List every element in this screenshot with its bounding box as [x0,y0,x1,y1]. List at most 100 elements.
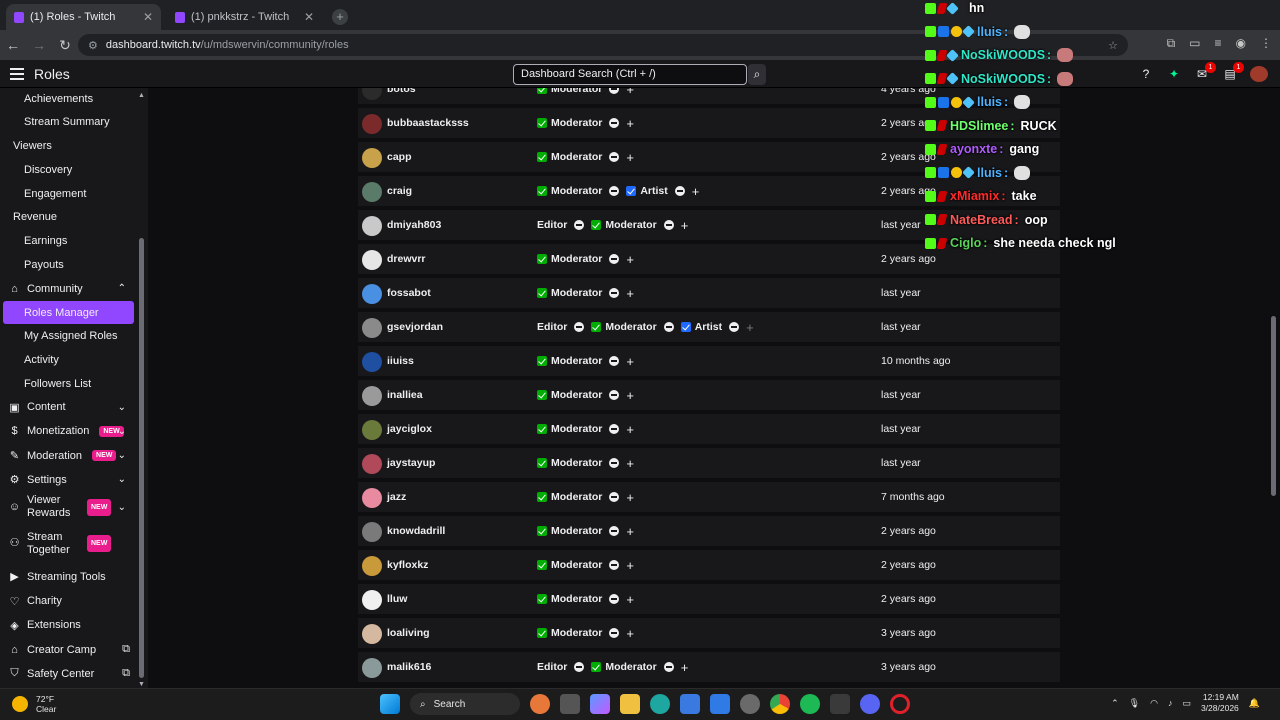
sidebar-item-viewers[interactable]: Viewers [0,134,136,157]
spotify-icon[interactable] [800,694,820,714]
add-role-icon[interactable]: + [681,660,689,675]
file-explorer-icon[interactable] [620,694,640,714]
main-scroll-thumb[interactable] [1271,316,1276,496]
remove-role-icon[interactable] [663,220,674,230]
username[interactable]: inalliea [387,389,423,401]
add-role-icon[interactable]: + [626,286,634,301]
sidebar-item-settings[interactable]: ⚙ Settings ⌄ [0,468,136,491]
remove-role-icon[interactable] [574,220,585,230]
sidebar-item-stream-together[interactable]: ⚇ Stream Together NEW [0,529,136,559]
sidebar-item-payouts[interactable]: Payouts [0,253,136,276]
sidebar-item-discovery[interactable]: Discovery [0,158,136,181]
avatar[interactable] [362,420,382,440]
remove-role-icon[interactable] [609,186,620,196]
windows-start-icon[interactable] [380,694,400,714]
avatar[interactable] [362,488,382,508]
username[interactable]: drewvrr [387,253,426,265]
chevron-down-icon[interactable]: ⌄ [118,426,126,437]
username[interactable]: jaystayup [387,457,435,469]
username[interactable]: bubbaastacksss [387,117,469,129]
add-role-icon[interactable]: + [626,388,634,403]
sidebar-item-achievements[interactable]: Achievements [0,88,136,110]
task-view-icon[interactable] [560,694,580,714]
battery-icon[interactable]: ▭ [1182,698,1191,709]
forward-icon[interactable]: → [26,37,52,53]
wifi-icon[interactable]: ◠ [1150,698,1158,709]
avatar[interactable] [362,658,382,678]
chevron-down-icon[interactable]: ⌄ [118,501,126,514]
remove-role-icon[interactable] [609,492,620,502]
sidebar-item-moderation[interactable]: ✎ Moderation NEW ⌄ [0,444,136,467]
avatar[interactable] [362,624,382,644]
chrome-icon[interactable] [770,694,790,714]
avatar[interactable] [362,148,382,168]
back-icon[interactable]: ← [0,37,26,53]
add-role-icon[interactable]: + [692,184,700,199]
add-role-icon[interactable]: + [626,354,634,369]
remove-role-icon[interactable] [574,662,585,672]
avatar[interactable] [362,114,382,134]
username[interactable]: craig [387,185,412,197]
dashboard-search-input[interactable]: Dashboard Search (Ctrl + /) [513,64,747,85]
username[interactable]: kyfloxkz [387,559,428,571]
sidebar-item-activity[interactable]: Activity [0,348,136,371]
remove-role-icon[interactable] [663,322,674,332]
remove-role-icon[interactable] [574,322,585,332]
sidebar-scrollbar[interactable]: ▲ ▼ [137,88,146,688]
remove-role-icon[interactable] [609,526,620,536]
settings-gear-icon[interactable] [740,694,760,714]
username[interactable]: fossabot [387,287,431,299]
username[interactable]: iiuiss [387,355,414,367]
chevron-down-icon[interactable]: ⌄ [118,450,126,461]
remove-role-icon[interactable] [609,288,620,298]
volume-icon[interactable]: ♪ [1168,698,1173,708]
sidebar-item-engagement[interactable]: Engagement [0,182,136,205]
system-clock[interactable]: 12:19 AM 3/28/2026 [1201,692,1239,714]
sidebar-item-monetization[interactable]: $ Monetization NEW ⌄ [0,420,136,443]
scroll-down-icon[interactable]: ▼ [138,681,145,688]
weather-widget[interactable]: 72°F Clear [12,694,56,714]
remove-role-icon[interactable] [609,424,620,434]
chevron-down-icon[interactable]: ⌄ [118,474,126,485]
opera-icon[interactable] [890,694,910,714]
notifications-bell-icon[interactable]: 🔔 [1249,698,1260,709]
external-link-icon[interactable]: ⧉ [122,667,130,680]
remove-role-icon[interactable] [609,560,620,570]
username[interactable]: knowdadrill [387,525,445,537]
add-role-icon[interactable]: + [626,252,634,267]
remove-role-icon[interactable] [674,186,685,196]
sidebar-item-content[interactable]: ▣ Content ⌄ [0,396,136,419]
remove-role-icon[interactable] [609,254,620,264]
add-role-icon[interactable]: + [681,218,689,233]
username[interactable]: botos [387,88,416,95]
site-info-icon[interactable]: ⚙ [88,39,98,52]
remove-role-icon[interactable] [609,458,620,468]
widget-app-icon[interactable] [530,694,550,714]
avatar[interactable] [362,522,382,542]
avatar[interactable] [362,284,382,304]
username[interactable]: malik616 [387,661,431,673]
avatar[interactable] [362,182,382,202]
add-role-icon[interactable]: + [626,592,634,607]
sidebar-item-my-assigned-roles[interactable]: My Assigned Roles [0,325,136,348]
sidebar-item-revenue[interactable]: Revenue [0,206,136,229]
sidebar-item-safety-center[interactable]: ⛉ Safety Center ⧉ [0,662,136,685]
remove-role-icon[interactable] [609,628,620,638]
username[interactable]: capp [387,151,412,163]
sidebar-item-community[interactable]: ⌂ Community ⌃ [0,277,136,300]
search-icon[interactable]: ⌕ [748,64,766,85]
add-role-icon[interactable]: + [626,422,634,437]
sidebar-item-followers-list[interactable]: Followers List [0,372,136,395]
remove-role-icon[interactable] [609,88,620,94]
username[interactable]: loaliving [387,627,430,639]
add-role-icon[interactable]: + [746,320,754,335]
remove-role-icon[interactable] [609,594,620,604]
sidebar-scroll-thumb[interactable] [139,238,144,678]
browser-tab-roles[interactable]: (1) Roles - Twitch ✕ [6,4,161,30]
remove-role-icon[interactable] [609,152,620,162]
copilot-icon[interactable] [590,694,610,714]
avatar[interactable] [362,590,382,610]
sidebar-item-extensions[interactable]: ◈ Extensions [0,614,136,637]
close-tab-icon[interactable]: ✕ [143,10,153,24]
taskbar-search[interactable]: ⌕ Search [410,693,520,715]
